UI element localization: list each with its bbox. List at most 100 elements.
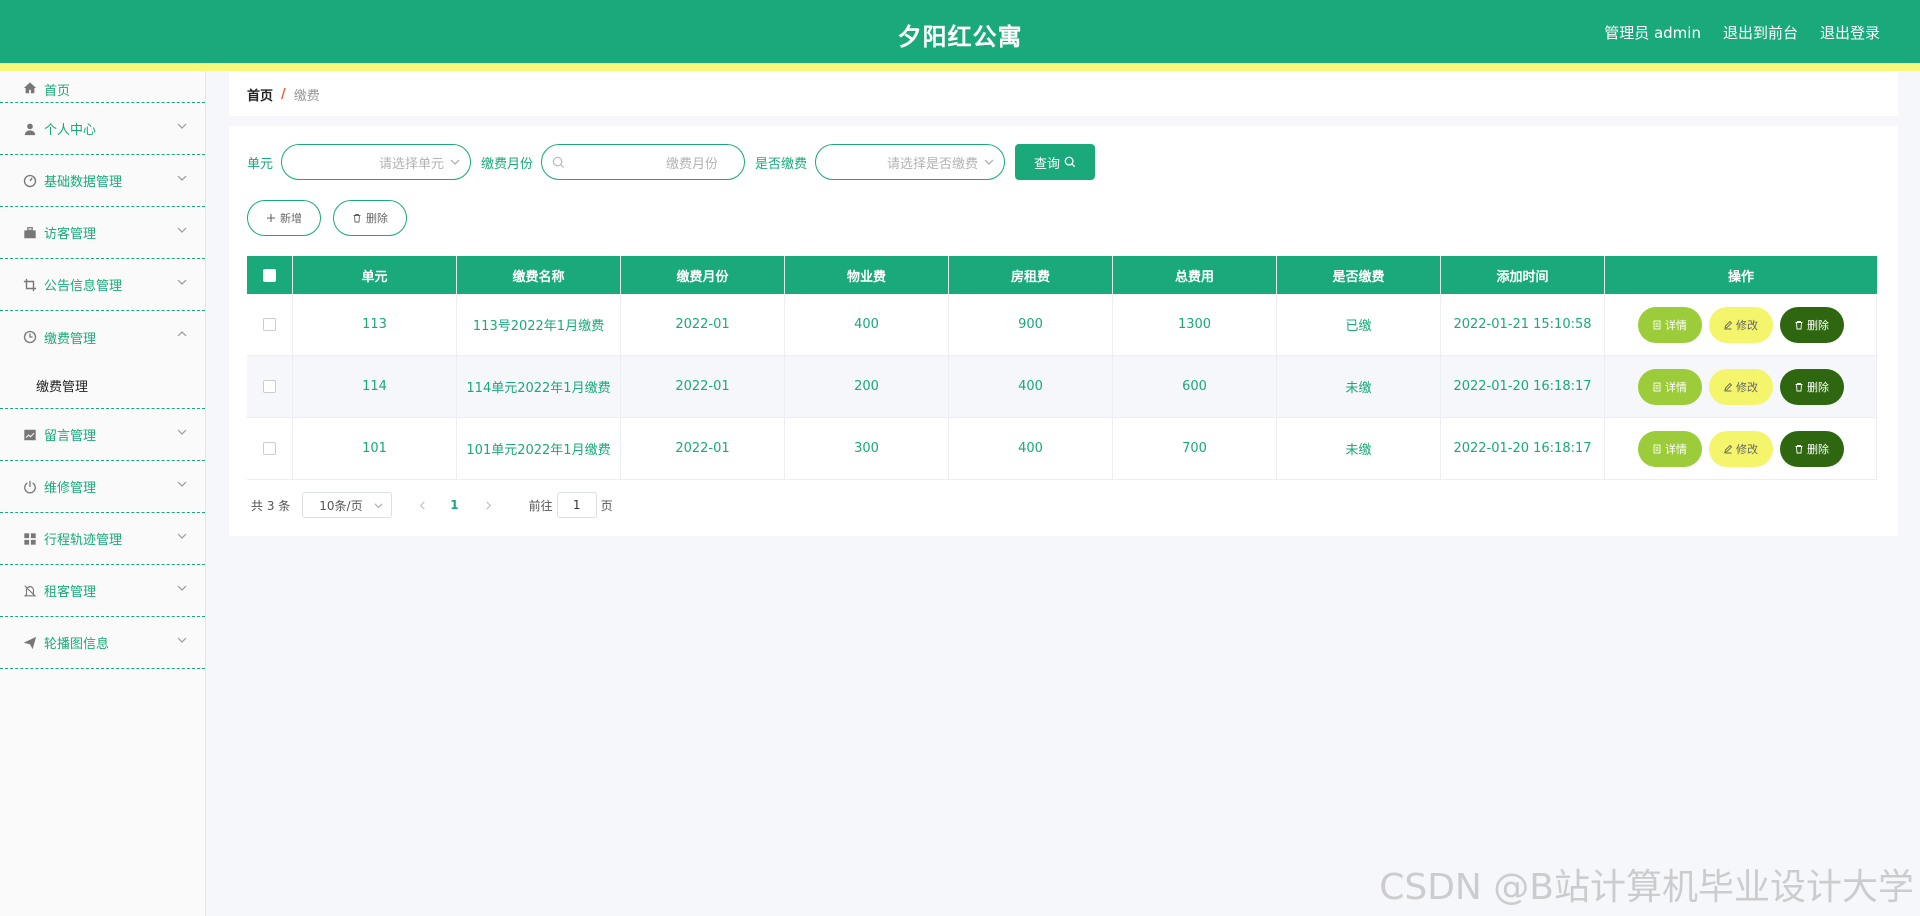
goto-page-input[interactable]: 1: [556, 492, 597, 518]
sidebar-item-label: 轮播图信息: [44, 637, 110, 652]
user-icon: [22, 121, 37, 136]
sidebar-item-label: 租客管理: [44, 585, 97, 600]
sidebar-item-trips[interactable]: 行程轨迹管理: [0, 513, 205, 565]
submenu-item-payments[interactable]: 缴费管理: [0, 363, 205, 409]
unit-cell: 113: [293, 294, 457, 355]
column-header[interactable]: 房租费: [949, 256, 1113, 294]
document-icon: [1653, 382, 1661, 391]
select-all-checkbox[interactable]: [263, 268, 276, 282]
table-header: 单元 缴费名称 缴费月份 物业费 房租费 总费用 是否缴费 添加时间 操作: [247, 256, 1877, 294]
delete-button[interactable]: 删除: [1779, 368, 1844, 405]
pagination: 共 3 条 10条/页 1 前往 1 页: [251, 492, 613, 518]
add-button-label: 新增: [280, 212, 302, 225]
clock-icon: [22, 330, 37, 345]
query-button[interactable]: 查询: [1015, 144, 1096, 180]
rent-cell: 400: [949, 418, 1113, 479]
month-input[interactable]: 缴费月份: [541, 144, 746, 180]
sidebar-item-repairs[interactable]: 维修管理: [0, 461, 205, 513]
sidebar-item-carousel[interactable]: 轮播图信息: [0, 617, 205, 669]
column-header[interactable]: 物业费: [785, 256, 949, 294]
chevron-down-icon: [177, 637, 187, 643]
table-row: 114 114单元2022年1月缴费 2022-01 200 400 600 未…: [247, 356, 1877, 418]
sidebar-item-label: 缴费管理: [44, 331, 97, 347]
chart-icon: [22, 427, 37, 442]
unit-filter-label: 单元: [247, 156, 274, 172]
watermark: CSDN @B站计算机毕业设计大学: [1379, 867, 1914, 908]
document-icon: [1653, 444, 1661, 453]
add-button[interactable]: 新增: [247, 200, 321, 236]
detail-button[interactable]: 详情: [1637, 368, 1702, 405]
edit-icon: [1724, 444, 1733, 453]
detail-button-label: 详情: [1665, 380, 1687, 394]
breadcrumb-current: 缴费: [293, 88, 320, 104]
added-time-cell: 2022-01-20 16:18:17: [1441, 356, 1605, 417]
detail-button[interactable]: 详情: [1637, 306, 1702, 343]
column-header[interactable]: 总费用: [1113, 256, 1277, 294]
sidebar-item-label: 基础数据管理: [44, 175, 123, 190]
delete-button[interactable]: 删除: [1779, 306, 1844, 343]
prev-page-button[interactable]: [412, 495, 432, 515]
row-checkbox[interactable]: [263, 318, 276, 331]
sidebar-item-visitors[interactable]: 访客管理: [0, 207, 205, 259]
unit-select[interactable]: 请选择单元: [281, 144, 472, 180]
sidebar-item-basic-data[interactable]: 基础数据管理: [0, 155, 205, 207]
search-icon: [1064, 156, 1076, 168]
chevron-left-icon: [419, 501, 425, 509]
column-header[interactable]: 缴费月份: [621, 256, 785, 294]
paid-cell: 已缴: [1277, 294, 1441, 355]
property-fee-cell: 300: [785, 418, 949, 479]
operations-cell: 详情 修改 删除: [1605, 418, 1877, 479]
detail-button-label: 详情: [1665, 318, 1687, 332]
admin-user-link[interactable]: 管理员 admin: [1604, 22, 1701, 43]
paid-cell: 未缴: [1277, 418, 1441, 479]
row-operations: 详情 修改 删除: [1637, 430, 1844, 467]
exit-to-frontend-link[interactable]: 退出到前台: [1723, 22, 1798, 43]
edit-button[interactable]: 修改: [1708, 306, 1773, 343]
logout-link[interactable]: 退出登录: [1820, 22, 1880, 43]
row-operations: 详情 修改 删除: [1637, 306, 1844, 343]
sidebar-item-label: 行程轨迹管理: [44, 533, 123, 548]
search-icon: [552, 156, 565, 169]
sidebar-item-tenants[interactable]: 租客管理: [0, 565, 205, 617]
page-size-select[interactable]: 10条/页: [302, 492, 393, 518]
edit-button-label: 修改: [1736, 380, 1758, 394]
paid-select[interactable]: 请选择是否缴费: [815, 144, 1006, 180]
rent-cell: 900: [949, 294, 1113, 355]
name-cell: 114单元2022年1月缴费: [457, 356, 621, 417]
next-page-button[interactable]: [479, 495, 499, 515]
chevron-up-icon: [177, 331, 187, 337]
page-number-current[interactable]: 1: [450, 498, 458, 512]
detail-button[interactable]: 详情: [1637, 430, 1702, 467]
column-header: 操作: [1727, 269, 1754, 285]
chevron-down-icon: [984, 159, 994, 165]
rent-cell: 400: [949, 356, 1113, 417]
sidebar-item-messages[interactable]: 留言管理: [0, 409, 205, 461]
paid-filter-label: 是否缴费: [755, 156, 808, 172]
sidebar-item-notices[interactable]: 公告信息管理: [0, 259, 205, 311]
unit-cell: 114: [293, 356, 457, 417]
edit-button[interactable]: 修改: [1708, 368, 1773, 405]
sidebar-item-home[interactable]: 首页: [0, 71, 205, 103]
column-header[interactable]: 添加时间: [1441, 256, 1605, 294]
edit-button-label: 修改: [1736, 318, 1758, 332]
row-operations: 详情 修改 删除: [1637, 368, 1844, 405]
chevron-down-icon: [177, 279, 187, 285]
bulk-delete-button[interactable]: 删除: [333, 200, 407, 236]
delete-button[interactable]: 删除: [1779, 430, 1844, 467]
sidebar-item-personal-center[interactable]: 个人中心: [0, 103, 205, 155]
breadcrumb-home[interactable]: 首页: [247, 85, 273, 104]
edit-button[interactable]: 修改: [1708, 430, 1773, 467]
column-header[interactable]: 缴费名称: [457, 256, 621, 294]
pagination-total: 共 3 条: [251, 498, 291, 513]
sidebar-item-payments[interactable]: 缴费管理: [0, 311, 205, 363]
column-header[interactable]: 单元: [293, 256, 457, 294]
row-select-cell: [247, 294, 293, 355]
row-checkbox[interactable]: [263, 380, 276, 393]
name-cell: 113号2022年1月缴费: [457, 294, 621, 355]
paid-select-placeholder: 请选择是否缴费: [887, 156, 979, 172]
row-checkbox[interactable]: [263, 442, 276, 455]
trash-icon: [353, 214, 361, 223]
row-select-cell: [247, 418, 293, 479]
column-header[interactable]: 是否缴费: [1277, 256, 1441, 294]
grid-icon: [22, 531, 37, 546]
